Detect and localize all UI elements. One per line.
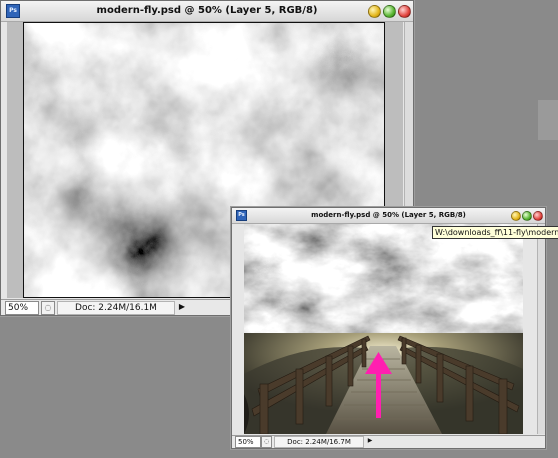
zoom-level-field[interactable]: 50% — [235, 436, 261, 448]
status-menu-arrow-icon[interactable]: ▶ — [177, 301, 187, 313]
background-panel-edge — [538, 100, 558, 140]
document-size-info: Doc: 2.24M/16.7M — [274, 436, 364, 448]
zoom-level-field[interactable]: 50% — [5, 301, 39, 315]
maximize-button[interactable] — [522, 211, 532, 221]
minimize-button[interactable] — [368, 5, 381, 18]
minimize-button[interactable] — [511, 211, 521, 221]
file-path-tooltip: W:\downloads_ff\11-fly\modern-fly.psd @ … — [432, 226, 558, 239]
window-titlebar[interactable]: Ps modern-fly.psd @ 50% (Layer 5, RGB/8) — [232, 208, 545, 224]
canvas-area[interactable] — [244, 224, 523, 434]
navigator-icon[interactable]: ◌ — [41, 301, 55, 315]
window-title: modern-fly.psd @ 50% (Layer 5, RGB/8) — [96, 5, 318, 16]
status-menu-arrow-icon[interactable]: ▶ — [366, 436, 374, 446]
composite-canvas-image — [244, 224, 523, 434]
navigator-icon[interactable]: ◌ — [261, 436, 272, 448]
photoshop-app-icon: Ps — [236, 210, 247, 221]
window-title: modern-fly.psd @ 50% (Layer 5, RGB/8) — [311, 211, 466, 219]
document-size-info: Doc: 2.24M/16.1M — [57, 301, 175, 315]
status-bar: 50% ◌ Doc: 2.24M/16.7M ▶ — [232, 435, 545, 448]
document-window-front[interactable]: Ps modern-fly.psd @ 50% (Layer 5, RGB/8) — [231, 207, 546, 449]
close-button[interactable] — [398, 5, 411, 18]
clouds-layer — [244, 224, 523, 333]
maximize-button[interactable] — [383, 5, 396, 18]
window-titlebar[interactable]: Ps modern-fly.psd @ 50% (Layer 5, RGB/8) — [1, 1, 413, 22]
photoshop-app-icon: Ps — [6, 4, 20, 18]
vertical-scrollbar[interactable] — [537, 224, 545, 434]
close-button[interactable] — [533, 211, 543, 221]
